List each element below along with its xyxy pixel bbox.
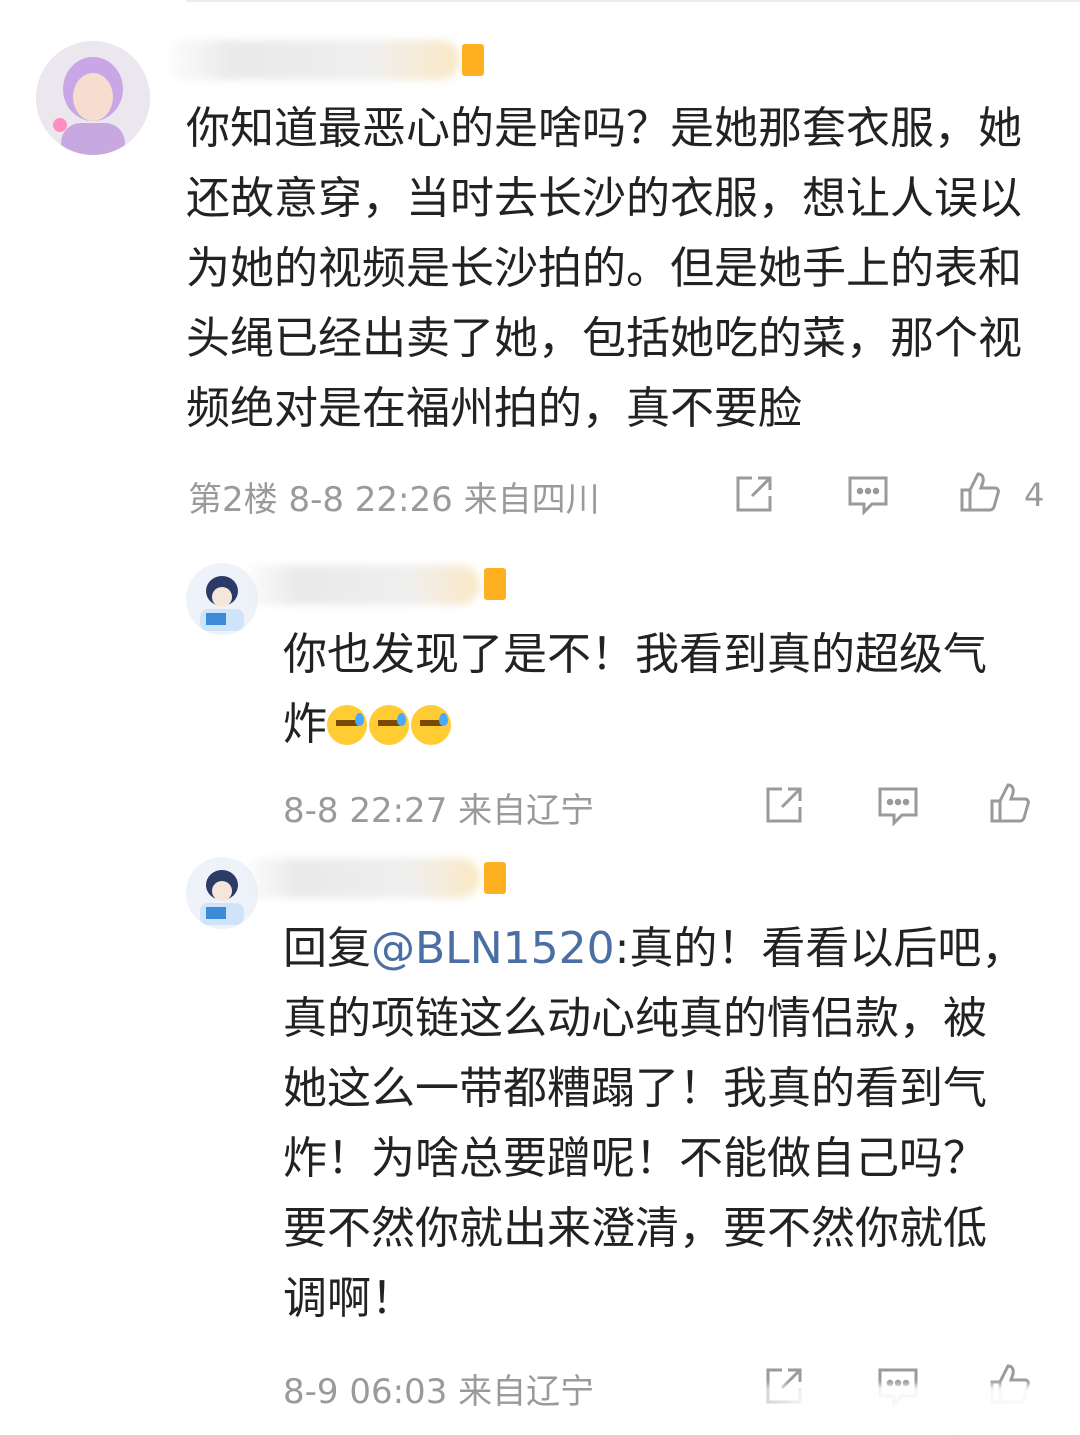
reply-prefix: 回复 (283, 923, 371, 974)
thumbs-up-icon[interactable] (988, 781, 1032, 825)
comment-text: 你知道最恶心的是啥吗？是她那套衣服，她 还故意穿，当时去长沙的衣服，想让人误以 … (186, 103, 1022, 434)
comment-meta: 第2楼 8-8 22:26 来自四川 (188, 480, 600, 520)
share-icon[interactable] (732, 472, 776, 516)
share-icon[interactable] (762, 783, 806, 827)
comment-text: 回复@BLN1520:真的！看看以后吧， 真的项链这么动心纯真的情侣款，被 她这… (283, 923, 1026, 1324)
level-badge (462, 44, 484, 76)
avatar[interactable] (36, 41, 150, 155)
level-badge (484, 568, 506, 600)
username-redacted[interactable] (160, 40, 460, 80)
mention-link[interactable]: @BLN1520 (371, 923, 615, 974)
comment-meta: 8-8 22:27 来自辽宁 (283, 791, 595, 831)
comment-icon[interactable] (876, 783, 920, 827)
comment-text: 你也发现了是不！我看到真的超级气 炸 (283, 629, 987, 750)
level-badge (484, 862, 506, 894)
username-redacted[interactable] (240, 565, 480, 605)
divider (186, 0, 1080, 2)
comment-icon[interactable] (846, 472, 890, 516)
comment-meta: 8-9 06:03 来自辽宁 (283, 1372, 595, 1412)
thumbs-up-icon[interactable] (958, 470, 1002, 514)
sweat-face-emoji (327, 705, 367, 745)
like-count: 4 (1024, 476, 1045, 514)
sweat-face-emoji (411, 705, 451, 745)
watermark-overlay (690, 1385, 1080, 1435)
sweat-face-emoji (369, 705, 409, 745)
username-redacted[interactable] (240, 858, 480, 898)
